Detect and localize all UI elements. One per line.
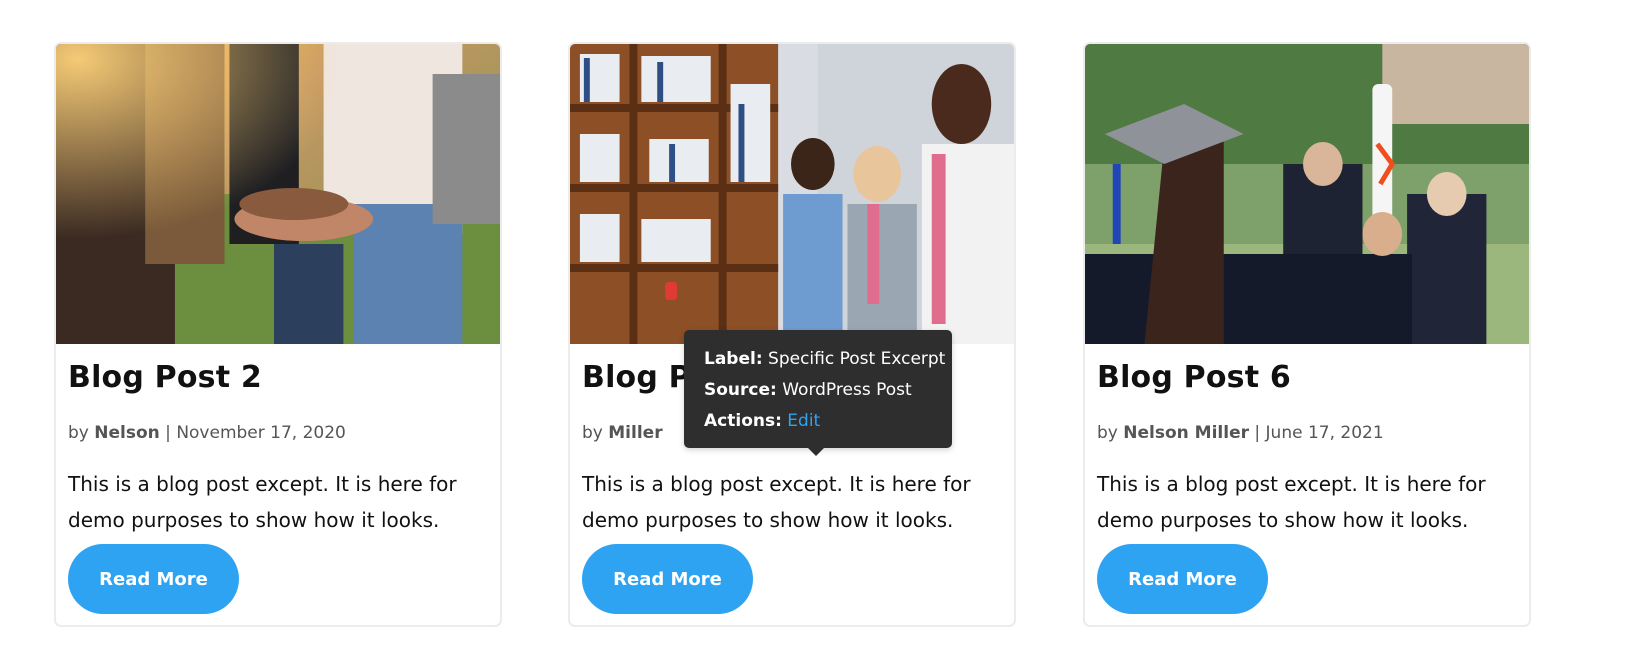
- post-author[interactable]: Nelson Miller: [1123, 423, 1249, 443]
- meta-separator: |: [1254, 423, 1261, 443]
- post-excerpt: This is a blog post except. It is here f…: [68, 472, 457, 532]
- tooltip-actions-key: Actions:: [704, 411, 782, 431]
- post-title[interactable]: Blog Post 6: [1097, 360, 1517, 396]
- post-excerpt: This is a blog post except. It is here f…: [1097, 472, 1486, 532]
- post-date: June 17, 2021: [1265, 423, 1384, 443]
- post-meta: by Nelson | November 17, 2020: [68, 422, 488, 444]
- blog-card: Blog Post 2 by Nelson | November 17, 202…: [54, 42, 502, 627]
- card-body: Blog Post 2 by Nelson | November 17, 202…: [56, 344, 500, 538]
- read-more-button[interactable]: Read More: [68, 544, 239, 614]
- featured-image-teamwork-hands[interactable]: [56, 44, 500, 344]
- read-more-button[interactable]: Read More: [582, 544, 753, 614]
- blog-card: Blog Post 6 by Nelson Miller | June 17, …: [1083, 42, 1531, 627]
- post-excerpt: This is a blog post except. It is here f…: [582, 472, 971, 532]
- tooltip-edit-link[interactable]: Edit: [787, 411, 820, 431]
- read-more-button[interactable]: Read More: [1097, 544, 1268, 614]
- post-author[interactable]: Nelson: [94, 423, 160, 443]
- tooltip-actions-row: Actions: Edit: [704, 406, 932, 437]
- meta-by: by: [582, 423, 603, 443]
- tooltip-label-key: Label:: [704, 349, 763, 369]
- tooltip-source-value: WordPress Post: [782, 380, 912, 400]
- featured-image-graduation[interactable]: [1085, 44, 1529, 344]
- meta-by: by: [1097, 423, 1118, 443]
- meta-by: by: [68, 423, 89, 443]
- tooltip-arrow: [808, 448, 824, 456]
- tooltip-source-row: Source: WordPress Post: [704, 375, 932, 406]
- tooltip-source-key: Source:: [704, 380, 777, 400]
- featured-image-library-kids[interactable]: [570, 44, 1014, 344]
- module-info-tooltip: Label: Specific Post Excerpt Source: Wor…: [684, 330, 952, 456]
- post-author[interactable]: Miller: [608, 423, 662, 443]
- meta-separator: |: [165, 423, 171, 443]
- tooltip-label-row: Label: Specific Post Excerpt: [704, 344, 945, 375]
- post-date: November 17, 2020: [176, 423, 346, 443]
- card-body: Blog Post 6 by Nelson Miller | June 17, …: [1085, 344, 1529, 538]
- post-meta: by Nelson Miller | June 17, 2021: [1097, 422, 1517, 444]
- tooltip-label-value: Specific Post Excerpt: [768, 349, 946, 369]
- post-title[interactable]: Blog Post 2: [68, 360, 488, 396]
